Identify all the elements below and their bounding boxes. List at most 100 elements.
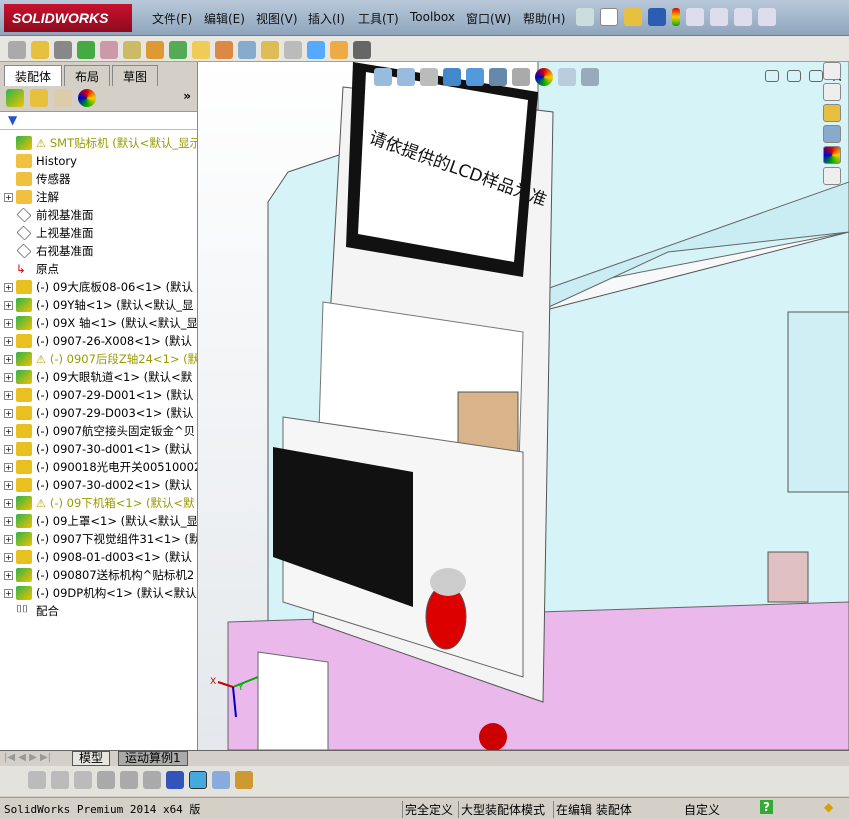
expand-toggle[interactable]: + — [4, 390, 13, 400]
menu-file[interactable]: 文件(F) — [152, 10, 192, 27]
restore-icon[interactable] — [734, 8, 752, 26]
tree-item[interactable]: 前视基准面 — [0, 206, 197, 224]
view-palette-icon[interactable] — [823, 125, 841, 143]
assembly-features-icon[interactable] — [169, 41, 187, 59]
explode-line-icon[interactable] — [284, 41, 302, 59]
show-component-icon[interactable] — [51, 771, 69, 789]
tree-item[interactable]: + 注解 — [0, 188, 197, 206]
open-folder-icon[interactable] — [624, 8, 642, 26]
tag-icon[interactable]: ◆ — [824, 800, 833, 814]
apply-scene-icon[interactable] — [558, 68, 576, 86]
pin-icon[interactable] — [576, 8, 594, 26]
new-motion-study-icon[interactable] — [215, 41, 233, 59]
filter-icon[interactable]: ▼ — [0, 112, 197, 130]
tab-assembly[interactable]: 装配体 — [4, 65, 63, 86]
reference-geometry-icon[interactable] — [192, 41, 210, 59]
align-icon[interactable] — [143, 771, 161, 789]
expand-toggle[interactable]: + — [4, 426, 13, 436]
bom-icon[interactable] — [238, 41, 256, 59]
minimize-icon[interactable] — [710, 8, 728, 26]
hide-component-icon[interactable] — [28, 771, 46, 789]
expand-panel-button[interactable]: » — [183, 89, 191, 108]
tree-item[interactable]: + (-) 09Y轴<1> (默认<默认_显 — [0, 296, 197, 314]
tree-item[interactable]: 上视基准面 — [0, 224, 197, 242]
view-cube-icon[interactable] — [189, 771, 207, 789]
mate-icon[interactable] — [31, 41, 49, 59]
tree-item[interactable]: + (-) 0907下视觉组件31<1> (默 — [0, 530, 197, 548]
menu-tools[interactable]: 工具(T) — [358, 10, 399, 27]
list-icon[interactable] — [97, 771, 115, 789]
expand-toggle[interactable]: + — [4, 282, 13, 292]
tree-item[interactable]: + (-) 0908-01-d003<1> (默认 — [0, 548, 197, 566]
tree-item[interactable]: + (-) 0907-29-D001<1> (默认 — [0, 386, 197, 404]
view-orientation-icon[interactable] — [466, 68, 484, 86]
paperclip-icon[interactable] — [54, 41, 72, 59]
new-document-icon[interactable] — [600, 8, 618, 26]
tree-item[interactable]: History — [0, 152, 197, 170]
tree-item[interactable]: ↳ 原点 — [0, 260, 197, 278]
hide-show-items-icon[interactable] — [512, 68, 530, 86]
help-icon[interactable] — [686, 8, 704, 26]
property-manager-icon[interactable] — [30, 89, 48, 107]
tab-model[interactable]: 模型 — [72, 751, 111, 766]
tree-item[interactable]: + ⚠ (-) 0907后段Z轴24<1> (默 — [0, 350, 197, 368]
display-manager-icon[interactable] — [78, 89, 96, 107]
appearances-icon[interactable] — [823, 146, 841, 164]
rebuild-icon[interactable] — [672, 8, 680, 26]
zoom-to-fit-icon[interactable] — [374, 68, 392, 86]
hide-show-icon[interactable] — [146, 41, 164, 59]
tree-item[interactable]: + (-) 09大眼轨道<1> (默认<默 — [0, 368, 197, 386]
transparency-icon[interactable] — [74, 771, 92, 789]
expand-toggle[interactable]: + — [4, 570, 13, 580]
graphics-viewport[interactable]: 请依提供的LCD样品为准 X Y ✕ — [198, 62, 849, 750]
instant3d-icon[interactable] — [307, 41, 325, 59]
tree-item[interactable]: + (-) 0907航空接头固定钣金^贝 — [0, 422, 197, 440]
tree-item[interactable]: + ⚠ (-) 09下机箱<1> (默认<默 — [0, 494, 197, 512]
expand-toggle[interactable]: + — [4, 444, 13, 454]
tree-item[interactable]: 右视基准面 — [0, 242, 197, 260]
tree-item[interactable]: + (-) 09X 轴<1> (默认<默认_显 — [0, 314, 197, 332]
expand-toggle[interactable]: + — [4, 372, 13, 382]
close-icon[interactable] — [758, 8, 776, 26]
zoom-area-icon[interactable] — [397, 68, 415, 86]
menu-insert[interactable]: 插入(I) — [308, 10, 345, 27]
expand-toggle[interactable]: + — [4, 498, 13, 508]
display-style-icon[interactable] — [489, 68, 507, 86]
tree-item[interactable]: + (-) 090807送标机构^贴标机2 — [0, 566, 197, 584]
menu-window[interactable]: 窗口(W) — [466, 10, 511, 27]
expand-toggle[interactable]: + — [4, 516, 13, 526]
split-vertical-icon[interactable] — [787, 70, 802, 82]
move-component-icon[interactable] — [123, 41, 141, 59]
units-selector[interactable]: 自定义 — [684, 801, 720, 818]
restore-viewport-icon[interactable] — [809, 70, 824, 82]
sketch-icon[interactable] — [353, 41, 371, 59]
smart-fastener-icon[interactable] — [100, 41, 118, 59]
expand-toggle[interactable]: + — [4, 462, 13, 472]
tree-item[interactable]: ⚠ SMT贴标机 (默认<默认_显示 — [0, 134, 197, 152]
save-icon[interactable] — [648, 8, 666, 26]
expand-toggle[interactable]: + — [4, 300, 13, 310]
feature-manager-icon[interactable] — [6, 89, 24, 107]
tree-item[interactable]: + (-) 09上罩<1> (默认<默认_显 — [0, 512, 197, 530]
tree-item[interactable]: ⌷⌷ 配合 — [0, 602, 197, 620]
expand-toggle[interactable]: + — [4, 318, 13, 328]
expand-toggle[interactable]: + — [4, 336, 13, 346]
tree-item[interactable]: + (-) 0907-26-X008<1> (默认 — [0, 332, 197, 350]
split-horizontal-icon[interactable] — [765, 70, 780, 82]
expand-toggle[interactable]: + — [4, 552, 13, 562]
tree-item[interactable]: + (-) 0907-29-D003<1> (默认 — [0, 404, 197, 422]
expand-toggle[interactable]: + — [4, 480, 13, 490]
expand-toggle[interactable]: + — [4, 588, 13, 598]
menu-toolbox[interactable]: Toolbox — [410, 10, 455, 24]
expand-toggle[interactable]: + — [4, 534, 13, 544]
tab-layout[interactable]: 布局 — [64, 65, 111, 86]
tree-item[interactable]: + (-) 09大底板08-06<1> (默认 — [0, 278, 197, 296]
exploded-view-icon[interactable] — [261, 41, 279, 59]
report-icon[interactable] — [235, 771, 253, 789]
tab-nav-arrows-icon[interactable]: |◀ ◀ ▶ ▶| — [4, 752, 51, 763]
tree-item[interactable]: + (-) 09DP机构<1> (默认<默认 — [0, 584, 197, 602]
tree-item[interactable]: + (-) 0907-30-d001<1> (默认 — [0, 440, 197, 458]
home-icon[interactable] — [823, 62, 841, 80]
menu-edit[interactable]: 编辑(E) — [204, 10, 245, 27]
expand-toggle[interactable]: + — [4, 192, 13, 202]
